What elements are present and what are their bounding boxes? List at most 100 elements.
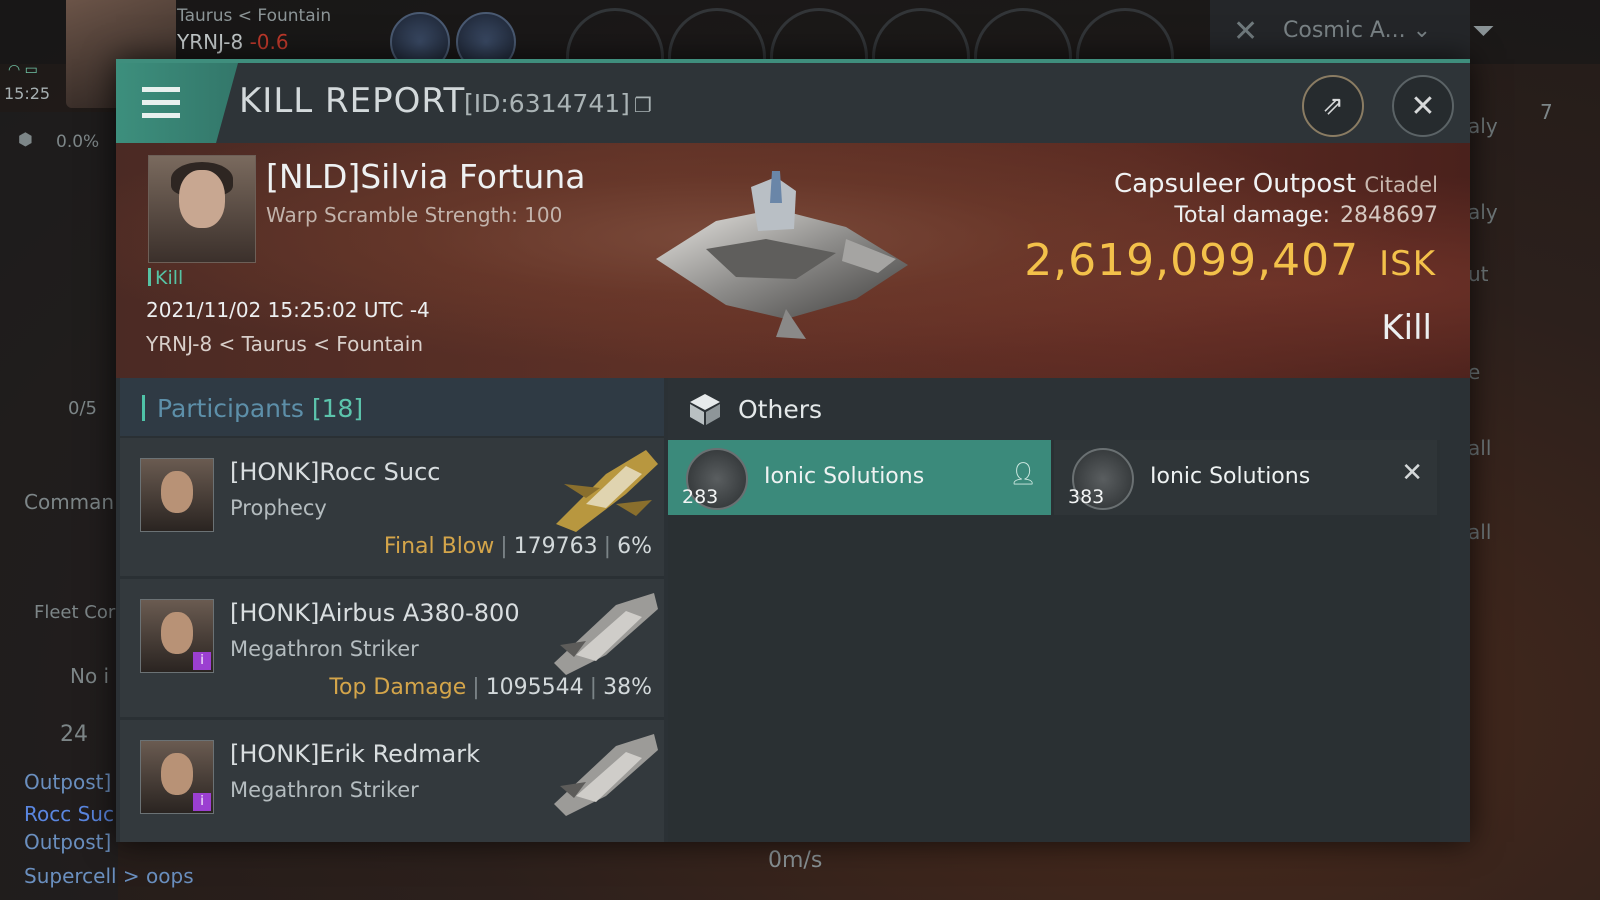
item-quantity: 283 xyxy=(682,486,719,508)
command-label: Comman xyxy=(24,490,115,514)
overview-filter-label: Cosmic A... xyxy=(1283,18,1406,43)
participant-percent: 6% xyxy=(617,534,652,559)
info-badge-icon: i xyxy=(193,652,211,670)
info-badge-icon: i xyxy=(193,793,211,811)
person-icon: 👤︎ xyxy=(1009,462,1037,487)
participants-header: Participants [18] xyxy=(120,378,664,436)
total-damage-value: 2848697 xyxy=(1340,203,1438,228)
overview-entry: aly xyxy=(1468,200,1498,224)
participant-damage: 1095544 xyxy=(485,675,584,700)
copy-icon[interactable]: ❐ xyxy=(634,93,652,117)
fleet-empty-label: No i xyxy=(70,664,110,688)
kill-tag: Kill xyxy=(148,267,183,289)
close-icon: ✕ xyxy=(1410,88,1436,124)
chevron-down-icon: ⌄ xyxy=(1412,18,1431,43)
prophecy-ship-image xyxy=(556,450,658,532)
participant-name: [HONK]Erik Redmark xyxy=(230,740,481,768)
victim-detail: Warp Scramble Strength: 100 xyxy=(266,203,563,227)
participant-ship: Megathron Striker xyxy=(230,637,419,661)
participant-ship: Prophecy xyxy=(230,496,327,520)
close-button[interactable]: ✕ xyxy=(1392,75,1454,137)
x-icon: ✕ xyxy=(1401,458,1423,488)
overview-entry: all xyxy=(1468,520,1492,544)
others-header: Others xyxy=(668,378,1440,440)
filter-icon[interactable]: ⏷ xyxy=(1472,14,1494,48)
participant-name: [HONK]Airbus A380-800 xyxy=(230,599,520,627)
hamburger-icon xyxy=(142,87,180,126)
share-icon: ⇗ xyxy=(1322,91,1344,121)
participant-percent: 38% xyxy=(603,675,652,700)
chat-line: Outpost] xyxy=(24,770,112,794)
kill-id[interactable]: [ID:6314741] ❐ xyxy=(464,89,652,118)
chat-line: Outpost] xyxy=(24,830,112,854)
victim-name[interactable]: [NLD]Silvia Fortuna xyxy=(266,157,585,196)
victim-ship[interactable]: Capsuleer Outpost Citadel xyxy=(1114,169,1438,199)
cargo-percent: 0.0% xyxy=(56,132,100,152)
victim-ship-class: Citadel xyxy=(1364,173,1438,197)
kill-time: 2021/11/02 15:25:02 UTC -4 xyxy=(146,298,430,322)
participant-role: Top Damage xyxy=(329,675,467,700)
participant-portrait[interactable]: i xyxy=(140,740,214,814)
chat-line: Rocc Suc xyxy=(24,802,114,826)
clock: 15:25 xyxy=(4,84,51,103)
item-name: Ionic Solutions xyxy=(1150,464,1311,489)
participants-title: Participants [18] xyxy=(142,394,363,423)
participants-title-text: Participants xyxy=(157,394,304,423)
kill-location: YRNJ-8 < Taurus < Fountain xyxy=(146,332,424,356)
participant-row[interactable]: i [HONK]Airbus A380-800 Megathron Strike… xyxy=(120,579,664,717)
kill-tag-text: Kill xyxy=(155,267,184,289)
fleet-label: Fleet Cor xyxy=(34,602,116,623)
right-badge: 7 xyxy=(1540,100,1553,124)
isk-unit: ISK xyxy=(1379,244,1436,284)
overview-entry: all xyxy=(1468,436,1492,460)
citadel-ship-image xyxy=(656,171,908,339)
isk-amount: 2,619,099,407 xyxy=(1024,235,1360,286)
system-name-text: YRNJ-8 xyxy=(177,30,244,54)
item-destroyed[interactable]: 383 Ionic Solutions ✕ xyxy=(1054,440,1437,515)
overview-filter-select[interactable]: Cosmic A... ⌄ xyxy=(1283,18,1431,43)
system-name[interactable]: YRNJ-8 -0.6 xyxy=(177,30,289,54)
cube-icon xyxy=(690,394,720,425)
participant-name: [HONK]Rocc Succ xyxy=(230,458,441,486)
total-damage: Total damage: 2848697 xyxy=(1174,203,1438,228)
crossed-swords-icon[interactable]: ✕ xyxy=(1233,14,1258,49)
participant-damage: 179763 xyxy=(513,534,598,559)
item-name: Ionic Solutions xyxy=(764,464,925,489)
result-label: Kill xyxy=(1381,308,1432,348)
kill-report-dialog: KILL REPORT [ID:6314741] ❐ ⇗ ✕ [NLD]Silvi… xyxy=(116,59,1470,842)
chat-line: Supercell > oops xyxy=(24,864,194,888)
participants-count: [18] xyxy=(311,394,364,423)
participant-portrait[interactable]: i xyxy=(140,599,214,673)
item-dropped[interactable]: 283 Ionic Solutions 👤︎ xyxy=(668,440,1051,515)
wifi-icon: ◠ ▭ xyxy=(8,62,38,78)
participant-ship: Megathron Striker xyxy=(230,778,419,802)
participant-row[interactable]: [HONK]Rocc Succ Prophecy Final Blow | 1797… xyxy=(120,438,664,576)
participant-stats: Top Damage | 1095544 | 38% xyxy=(329,675,652,700)
share-button[interactable]: ⇗ xyxy=(1302,75,1364,137)
megathron-ship-image xyxy=(554,734,658,816)
megathron-ship-image xyxy=(554,593,658,675)
participant-portrait[interactable] xyxy=(140,458,214,532)
others-title: Others xyxy=(738,395,823,424)
region-line: Taurus < Fountain xyxy=(177,6,332,26)
victim-banner: [NLD]Silvia Fortuna Warp Scramble Streng… xyxy=(116,143,1470,378)
participant-row[interactable]: i [HONK]Erik Redmark Megathron Striker xyxy=(120,720,664,842)
local-count: 24 xyxy=(60,722,88,747)
cargo-icon: ⬢ xyxy=(18,130,33,150)
victim-ship-name: Capsuleer Outpost xyxy=(1113,169,1357,199)
dialog-title: KILL REPORT xyxy=(239,81,466,121)
speed-readout: 0m/s xyxy=(768,848,823,873)
item-quantity: 383 xyxy=(1068,486,1105,508)
participant-role: Final Blow xyxy=(383,534,495,559)
overview-entry: ut xyxy=(1468,262,1489,286)
total-damage-label: Total damage: xyxy=(1174,203,1331,228)
participants-panel[interactable]: Participants [18] [HONK]Rocc Succ Prophe… xyxy=(120,378,664,842)
others-panel: Others 283 Ionic Solutions 👤︎ 383 Ionic … xyxy=(668,378,1440,842)
slot-count: 0/5 xyxy=(68,398,97,419)
victim-portrait[interactable] xyxy=(148,155,256,263)
participant-stats: Final Blow | 179763 | 6% xyxy=(383,534,652,559)
overview-entry: aly xyxy=(1468,114,1498,138)
kill-id-text: [ID:6314741] xyxy=(464,89,630,118)
isk-value: 2,619,099,407 ISK xyxy=(1024,235,1436,286)
security-status: -0.6 xyxy=(249,30,289,54)
